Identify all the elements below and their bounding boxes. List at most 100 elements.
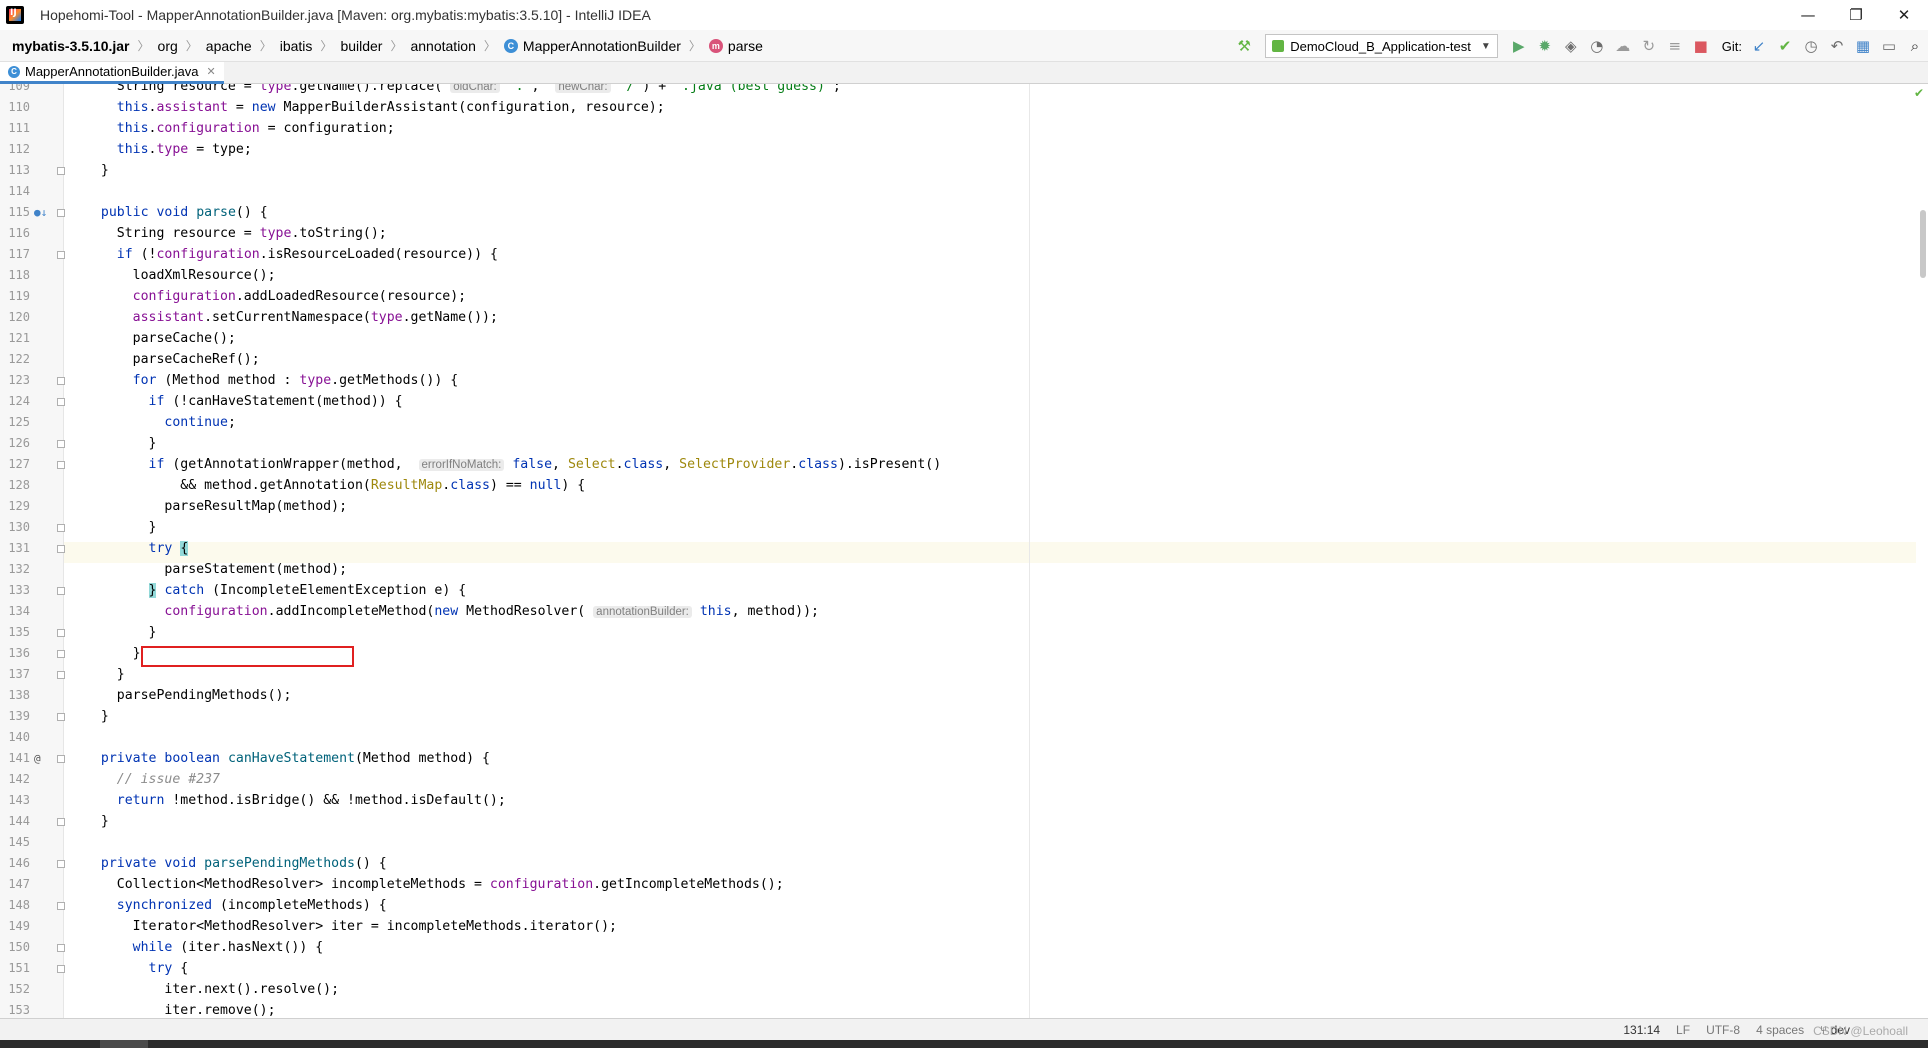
code-line: 142 // issue #237 [0,769,1030,790]
line-number: 153 [8,1003,30,1017]
fold-toggle[interactable] [57,671,65,679]
indent-setting[interactable]: 4 spaces [1756,1023,1804,1037]
fold-toggle[interactable] [57,860,65,868]
caret-position[interactable]: 131:14 [1623,1023,1660,1037]
watermark: CSDN @Leohoall [1813,1024,1908,1038]
git-update-icon[interactable]: ↙ [1746,33,1772,59]
minimize-button[interactable]: — [1784,0,1832,30]
breadcrumb-builder[interactable]: builder [336,38,386,54]
line-number: 142 [8,772,30,786]
layout-icon[interactable]: ≡ [1662,33,1688,59]
code-line: 119 configuration.addLoadedResource(reso… [0,286,1030,307]
fold-toggle[interactable] [57,209,65,217]
scrollbar-thumb[interactable] [1920,210,1926,278]
fold-toggle[interactable] [57,587,65,595]
inspection-ok-icon[interactable]: ✔ [1914,86,1924,100]
code-line: 137 } [0,664,1030,685]
fold-toggle[interactable] [57,461,65,469]
fold-toggle[interactable] [57,965,65,973]
file-encoding[interactable]: UTF-8 [1706,1023,1740,1037]
code-line: 145 [0,832,1030,853]
breadcrumb-jar[interactable]: mybatis-3.5.10.jar [0,38,134,54]
run-configuration-select[interactable]: DemoCloud_B_Application-test ▼ [1265,34,1498,58]
window-title: Hopehomi-Tool - MapperAnnotationBuilder.… [40,7,651,23]
implementation-marker-icon[interactable]: ●↓ [34,202,47,223]
line-number: 148 [8,898,30,912]
git-rollback-icon[interactable]: ↶ [1824,33,1850,59]
run-icon[interactable]: ▶ [1506,33,1532,59]
breadcrumb-separator: 〉 [688,39,701,53]
fold-toggle[interactable] [57,902,65,910]
profile-icon[interactable]: ◔ [1584,33,1610,59]
project-structure-icon[interactable]: ▦ [1850,33,1876,59]
breadcrumb-annotation[interactable]: annotation [406,38,479,54]
code-line: 126 } [0,433,1030,454]
line-number: 120 [8,310,30,324]
fold-toggle[interactable] [57,944,65,952]
line-number: 129 [8,499,30,513]
code-line: 111 this.configuration = configuration; [0,118,1030,139]
annotation-marker-icon[interactable]: @ [34,748,41,769]
line-number: 137 [8,667,30,681]
breadcrumb-org[interactable]: org [154,38,182,54]
code-line: 150 while (iter.hasNext()) { [0,937,1030,958]
code-line: 113 } [0,160,1030,181]
code-line: 131 try { [0,538,1030,559]
line-number: 124 [8,394,30,408]
breadcrumb-method[interactable]: m parse [705,38,767,54]
line-number: 143 [8,793,30,807]
maximize-button[interactable]: ❐ [1832,0,1880,30]
fold-toggle[interactable] [57,629,65,637]
fold-toggle[interactable] [57,650,65,658]
line-number: 115 [8,205,30,219]
line-number: 118 [8,268,30,282]
line-number: 141 [8,751,30,765]
line-number: 147 [8,877,30,891]
close-icon[interactable]: ✕ [206,65,215,78]
line-number: 145 [8,835,30,849]
code-editor[interactable]: 109 String resource = type.getName().rep… [0,84,1928,1018]
search-icon[interactable]: ⌕ [1902,33,1928,59]
close-button[interactable]: ✕ [1880,0,1928,30]
fold-toggle[interactable] [57,398,65,406]
breadcrumb-separator: 〉 [390,39,403,53]
code-line: 123 for (Method method : type.getMethods… [0,370,1030,391]
fold-toggle[interactable] [57,377,65,385]
editor-tab[interactable]: C MapperAnnotationBuilder.java ✕ [0,62,224,84]
code-line: 133 } catch (IncompleteElementException … [0,580,1030,601]
git-history-icon[interactable]: ◷ [1798,33,1824,59]
presentation-icon[interactable]: ▭ [1876,33,1902,59]
fold-toggle[interactable] [57,545,65,553]
window-controls: — ❐ ✕ [1784,0,1928,30]
debug-icon[interactable]: ✹ [1532,33,1558,59]
fold-toggle[interactable] [57,440,65,448]
fold-toggle[interactable] [57,818,65,826]
coverage-icon[interactable]: ◈ [1558,33,1584,59]
code-line: 148 synchronized (incompleteMethods) { [0,895,1030,916]
fold-toggle[interactable] [57,713,65,721]
line-number: 130 [8,520,30,534]
reload-icon[interactable]: ↻ [1636,33,1662,59]
git-commit-icon[interactable]: ✔ [1772,33,1798,59]
fold-toggle[interactable] [57,524,65,532]
code-line: 122 parseCacheRef(); [0,349,1030,370]
code-line: 135 } [0,622,1030,643]
line-number: 133 [8,583,30,597]
param-hint: newChar: [555,84,611,93]
code-line: 130 } [0,517,1030,538]
attach-icon[interactable]: ☁ [1610,33,1636,59]
code-line: 118 loadXmlResource(); [0,265,1030,286]
stop-icon[interactable]: ■ [1688,33,1714,59]
line-separator[interactable]: LF [1676,1023,1690,1037]
breadcrumb-ibatis[interactable]: ibatis [276,38,317,54]
breadcrumb-class[interactable]: C MapperAnnotationBuilder [500,38,685,54]
title-bar: Hopehomi-Tool - MapperAnnotationBuilder.… [0,0,1928,30]
fold-toggle[interactable] [57,755,65,763]
build-hammer-icon[interactable]: ⚒ [1231,33,1257,59]
fold-toggle[interactable] [57,167,65,175]
vertical-scrollbar[interactable] [1916,84,1928,1018]
code-line: 146 private void parsePendingMethods() { [0,853,1030,874]
fold-toggle[interactable] [57,251,65,259]
code-line: 128 && method.getAnnotation(ResultMap.cl… [0,475,1030,496]
breadcrumb-apache[interactable]: apache [202,38,256,54]
